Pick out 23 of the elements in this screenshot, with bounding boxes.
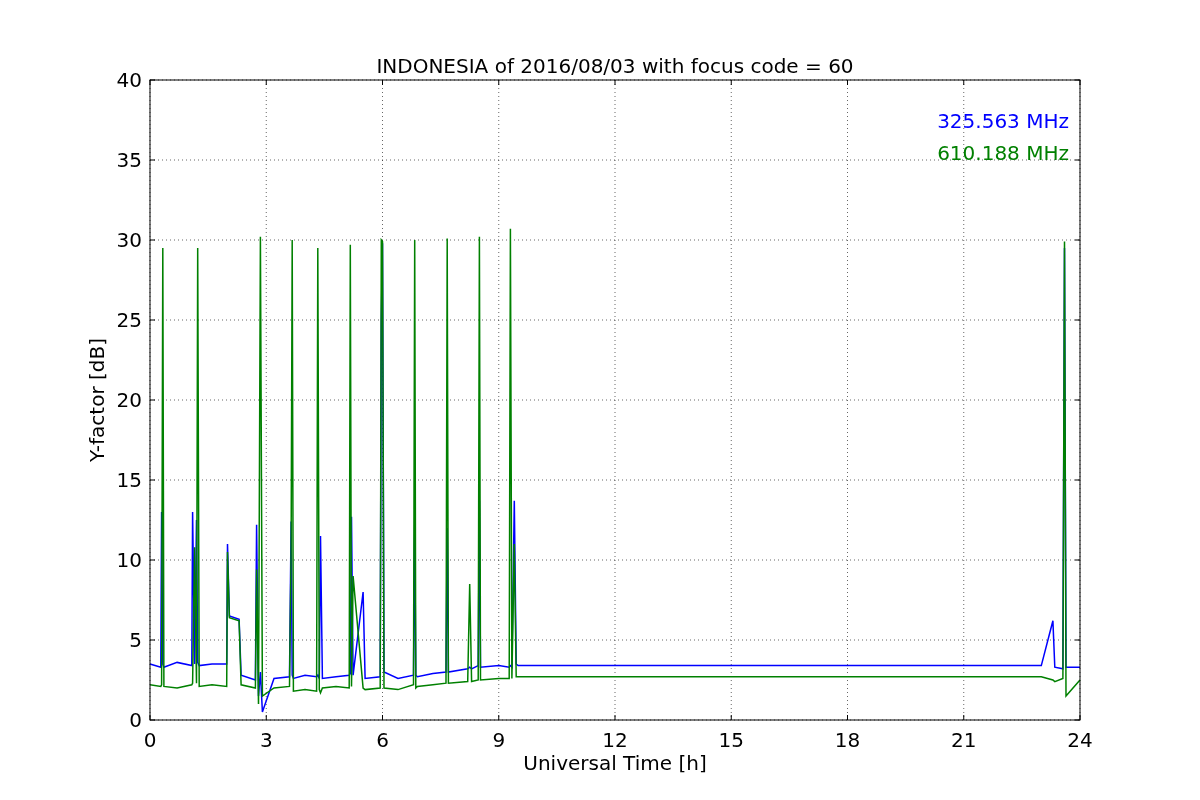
legend-label: 325.563 MHz xyxy=(937,109,1069,133)
tick-label: 24 xyxy=(1067,728,1093,752)
tick-label: 0 xyxy=(143,728,157,752)
tick-label: 3 xyxy=(259,728,273,752)
tick-label: 5 xyxy=(129,628,142,652)
legend-label: 610.188 MHz xyxy=(937,141,1069,165)
tick-label: 10 xyxy=(116,548,142,572)
tick-label: 18 xyxy=(834,728,861,752)
tick-label: 25 xyxy=(116,308,142,332)
tick-label: 20 xyxy=(116,388,142,412)
tick-label: 15 xyxy=(718,728,744,752)
tick-label: 40 xyxy=(116,68,142,92)
tick-label: 21 xyxy=(951,728,977,752)
tick-label: 9 xyxy=(492,728,506,752)
y-axis-label: Y-factor [dB] xyxy=(85,338,109,462)
tick-label: 15 xyxy=(116,468,142,492)
x-axis-label: Universal Time [h] xyxy=(523,751,707,775)
tick-label: 30 xyxy=(116,228,142,252)
chart-title: INDONESIA of 2016/08/03 with focus code = 60 xyxy=(376,54,854,78)
tick-label: 12 xyxy=(602,728,628,752)
tick-label: 35 xyxy=(116,148,142,172)
tick-label: 6 xyxy=(376,728,389,752)
tick-label: 0 xyxy=(129,708,142,732)
